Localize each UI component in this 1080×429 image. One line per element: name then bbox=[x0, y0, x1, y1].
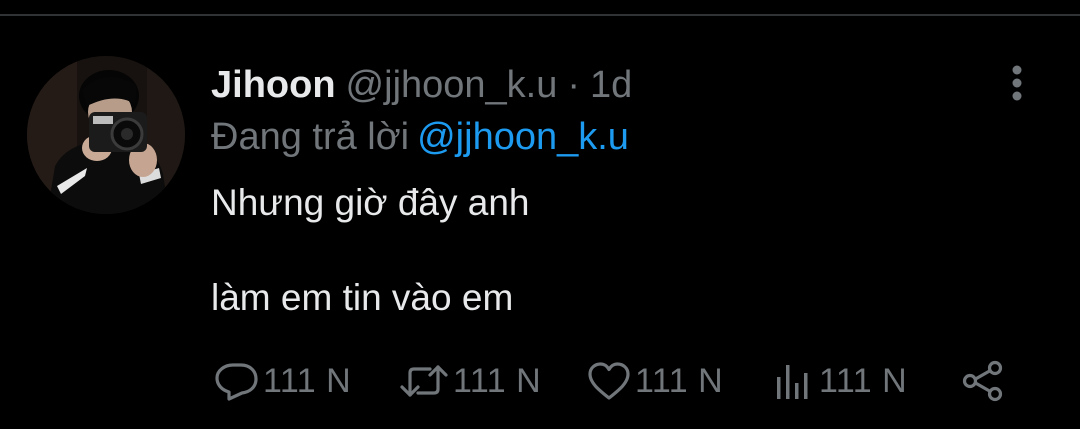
heart-icon bbox=[588, 362, 630, 400]
views-count: 111 N bbox=[819, 361, 908, 400]
vertical-ellipsis-icon bbox=[1012, 65, 1022, 101]
bar-chart-icon bbox=[777, 365, 808, 399]
avatar[interactable] bbox=[27, 56, 185, 214]
retweet-count: 111 N bbox=[453, 361, 542, 400]
like-button[interactable]: 111 N bbox=[585, 358, 723, 404]
replying-to-label: Đang trả lời bbox=[211, 116, 410, 158]
tweet-action-bar: 111 N 111 N 111 N 111 N bbox=[211, 358, 1011, 404]
replying-to: Đang trả lời @jjhoon_k.u bbox=[211, 116, 629, 158]
timestamp[interactable]: 1d bbox=[590, 64, 632, 106]
share-icon bbox=[962, 360, 1003, 402]
share-button[interactable] bbox=[959, 358, 1007, 404]
tweet-text-line-2: làm em tin vào em bbox=[211, 277, 514, 318]
speech-bubble-icon bbox=[215, 363, 258, 401]
top-divider bbox=[0, 14, 1080, 16]
reply-mention-link[interactable]: @jjhoon_k.u bbox=[417, 116, 629, 158]
retweet-icon bbox=[400, 365, 448, 397]
display-name[interactable]: Jihoon bbox=[211, 64, 336, 106]
user-handle[interactable]: @jjhoon_k.u bbox=[346, 64, 558, 106]
views-button[interactable]: 111 N bbox=[773, 358, 907, 404]
tweet-header: Jihoon @jjhoon_k.u · 1d bbox=[211, 64, 632, 106]
avatar-image bbox=[27, 56, 185, 214]
more-options-button[interactable] bbox=[1002, 64, 1032, 104]
dot-separator: · bbox=[567, 64, 581, 106]
retweet-button[interactable]: 111 N bbox=[397, 358, 541, 404]
tweet-text-line-1: Nhưng giờ đây anh bbox=[211, 182, 530, 223]
reply-button[interactable]: 111 N bbox=[213, 358, 351, 404]
reply-count: 111 N bbox=[263, 361, 352, 400]
like-count: 111 N bbox=[635, 361, 724, 400]
